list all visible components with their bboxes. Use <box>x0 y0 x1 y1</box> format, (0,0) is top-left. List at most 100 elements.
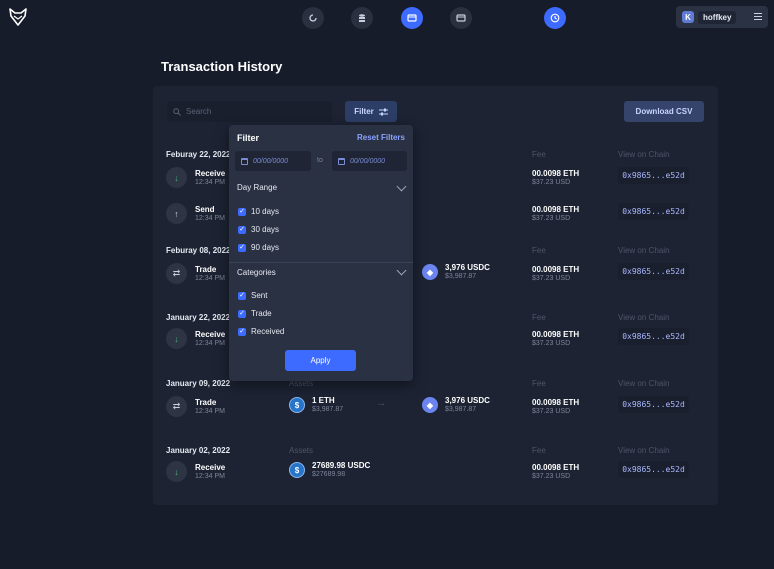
clock-icon <box>550 13 560 23</box>
fee-cell: 00.0098 ETH $37.23 USD <box>532 398 579 416</box>
tx-time: 12:34 PM <box>195 473 225 480</box>
fee-cell: 00.0098 ETH $37.23 USD <box>532 265 579 283</box>
chain-column-header: View on Chain <box>618 379 670 388</box>
card-nav-button[interactable] <box>450 7 472 29</box>
category-option[interactable]: ✓ Trade <box>238 309 272 318</box>
calendar-icon <box>241 157 248 165</box>
checkbox-checked-icon[interactable]: ✓ <box>238 225 246 234</box>
date-to-field[interactable]: 00/00/0000 <box>332 151 407 171</box>
group-date: January 22, 2022 <box>166 313 231 322</box>
asset-to: ◆ 3,976 USDC $3,987.87 <box>422 263 490 281</box>
download-csv-button[interactable]: Download CSV <box>624 101 704 122</box>
table-row[interactable]: ↓ Receive 12:34 PM $ 27689.98 USDC $2768… <box>166 461 706 485</box>
database-nav-button[interactable] <box>351 7 373 29</box>
swap-icon: ⇄ <box>166 263 187 284</box>
wallet-nav-button[interactable] <box>401 7 423 29</box>
day-range-option[interactable]: ✓ 90 days <box>238 243 279 252</box>
tx-type: Send <box>195 205 215 214</box>
view-on-chain-link[interactable]: 0x9865...e52d <box>618 461 689 478</box>
top-bar: K hoffkey <box>0 0 774 36</box>
category-option[interactable]: ✓ Sent <box>238 291 267 300</box>
filter-button[interactable]: Filter <box>345 101 397 122</box>
view-on-chain-link[interactable]: 0x9865...e52d <box>618 328 689 345</box>
arrow-down-icon: ↓ <box>166 167 187 188</box>
reset-filters-link[interactable]: Reset Filters <box>357 133 405 142</box>
fee-usd: $37.23 USD <box>532 215 571 222</box>
fee-eth: 00.0098 ETH <box>532 398 580 407</box>
day-range-option[interactable]: ✓ 30 days <box>238 225 279 234</box>
tx-time: 12:34 PM <box>195 215 225 222</box>
tx-type: Trade <box>195 265 217 274</box>
fee-usd: $37.23 USD <box>532 473 571 480</box>
day-range-option[interactable]: ✓ 10 days <box>238 207 279 216</box>
fee-column-header: Fee <box>532 246 546 255</box>
fee-usd: $37.23 USD <box>532 275 571 282</box>
group-date: Feburay 22, 2022 <box>166 150 231 159</box>
group-date: January 09, 2022 <box>166 379 231 388</box>
fee-cell: 00.0098 ETH $37.23 USD <box>532 330 579 348</box>
group-date: Feburay 08, 2022 <box>166 246 231 255</box>
fee-usd: $37.23 USD <box>532 408 571 415</box>
database-icon <box>359 14 365 22</box>
eth-coin-icon: ◆ <box>422 397 438 413</box>
chain-column-header: View on Chain <box>618 150 670 159</box>
date-to-placeholder: 00/00/0000 <box>350 157 386 165</box>
asset-amount: 1 ETH <box>312 396 335 405</box>
history-nav-button[interactable] <box>544 7 566 29</box>
refresh-icon <box>309 14 317 22</box>
chain-column-header: View on Chain <box>618 313 670 322</box>
fee-eth: 00.0098 ETH <box>532 205 580 214</box>
checkbox-checked-icon[interactable]: ✓ <box>238 309 246 318</box>
chain-column-header: View on Chain <box>618 246 670 255</box>
tx-type: Receive <box>195 330 226 339</box>
fee-cell: 00.0098 ETH $37.23 USD <box>532 205 579 223</box>
apply-button[interactable]: Apply <box>285 350 356 371</box>
chevron-down-icon[interactable] <box>396 265 407 276</box>
user-name: hoffkey <box>698 10 737 24</box>
tx-time: 12:34 PM <box>195 408 225 415</box>
eth-coin-icon: ◆ <box>422 264 438 280</box>
view-on-chain-link[interactable]: 0x9865...e52d <box>618 263 689 280</box>
tx-type: Trade <box>195 398 217 407</box>
filter-panel: Filter Reset Filters 00/00/0000 to 00/00… <box>229 125 413 381</box>
fee-column-header: Fee <box>532 313 546 322</box>
asset-usd: $3,987.87 <box>445 406 477 413</box>
search-box[interactable] <box>167 101 332 122</box>
transaction-group: January 09, 2022 Assets Fee View on Chai… <box>166 379 706 424</box>
category-label: Sent <box>251 291 268 300</box>
category-label: Received <box>251 327 285 336</box>
fee-cell: 00.0098 ETH $37.23 USD <box>532 169 579 187</box>
view-on-chain-link[interactable]: 0x9865...e52d <box>618 396 689 413</box>
fee-eth: 00.0098 ETH <box>532 265 580 274</box>
chain-column-header: View on Chain <box>618 446 670 455</box>
date-range-to-label: to <box>317 157 323 164</box>
checkbox-checked-icon[interactable]: ✓ <box>238 327 246 336</box>
tx-type: Receive <box>195 463 226 472</box>
assets-column-header: Assets <box>289 446 314 455</box>
arrow-right-icon: → <box>376 398 386 409</box>
user-account-pill[interactable]: K hoffkey <box>676 6 768 28</box>
card-icon <box>456 14 466 22</box>
group-date: January 02, 2022 <box>166 446 231 455</box>
chevron-down-icon[interactable] <box>396 181 407 192</box>
fee-column-header: Fee <box>532 379 546 388</box>
view-on-chain-link[interactable]: 0x9865...e52d <box>618 203 689 220</box>
checkbox-checked-icon[interactable]: ✓ <box>238 207 246 216</box>
hamburger-menu-icon[interactable] <box>754 13 762 20</box>
search-input[interactable] <box>186 107 326 116</box>
category-option[interactable]: ✓ Received <box>238 327 284 336</box>
checkbox-checked-icon[interactable]: ✓ <box>238 291 246 300</box>
calendar-icon <box>338 157 345 165</box>
categories-title[interactable]: Categories <box>237 268 276 277</box>
day-range-title[interactable]: Day Range <box>237 183 277 192</box>
fox-logo-icon[interactable] <box>8 7 28 27</box>
checkbox-checked-icon[interactable]: ✓ <box>238 243 246 252</box>
filter-label: Filter <box>354 107 374 116</box>
asset-usd: $27689.98 <box>312 471 346 478</box>
view-on-chain-link[interactable]: 0x9865...e52d <box>618 167 689 184</box>
refresh-nav-button[interactable] <box>302 7 324 29</box>
fee-eth: 00.0098 ETH <box>532 169 580 178</box>
asset-amount: 3,976 USDC <box>445 263 490 272</box>
date-from-field[interactable]: 00/00/0000 <box>235 151 311 171</box>
table-row[interactable]: ⇄ Trade 12:34 PM $ 1 ETH $3,987.87 → ◆ 3… <box>166 396 706 420</box>
